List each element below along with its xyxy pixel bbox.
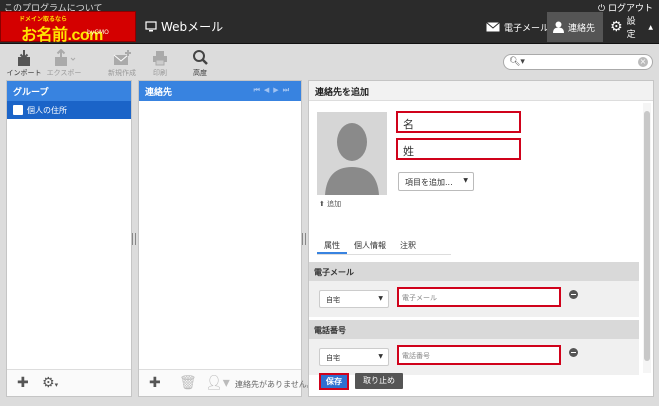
scrollbar-thumb[interactable]: [644, 111, 650, 361]
app-title: Webメール: [145, 18, 223, 35]
email-type-value: 自宅: [326, 296, 340, 304]
printer-icon: [153, 51, 167, 66]
compose-mail-icon: [113, 50, 131, 65]
editor-tabs: 属性 個人情報 注釈: [317, 235, 451, 255]
magnifier-icon: [193, 50, 208, 65]
search-options-icon[interactable]: 🔍︎▾: [509, 57, 525, 67]
empty-message: 連絡先がありません。: [235, 380, 315, 389]
advanced-search-button[interactable]: 高度: [180, 49, 220, 78]
envelope-icon: [486, 22, 500, 32]
phone-input[interactable]: 電話番号: [397, 345, 561, 365]
gear-icon: ⚙: [610, 19, 623, 35]
add-field-label: 項目を追加...: [405, 178, 453, 187]
print-label: 印刷: [153, 69, 167, 77]
group-item-label: 個人の住所: [27, 105, 67, 115]
print-button[interactable]: 印刷: [140, 49, 180, 78]
pager-controls[interactable]: ⏮◀▶⏭: [254, 86, 293, 95]
compose-label: 新規作成: [108, 69, 136, 77]
groups-panel: グループ 個人の住所 ✚ ⚙▾: [6, 80, 132, 397]
save-button[interactable]: 保存: [319, 373, 349, 390]
monitor-icon: [145, 21, 157, 32]
groups-footer: ✚ ⚙▾: [7, 369, 131, 396]
contact-photo: [317, 112, 387, 195]
remove-email-icon[interactable]: [569, 290, 578, 299]
compose-button[interactable]: 新規作成: [102, 49, 142, 78]
export-icon: [55, 49, 76, 66]
address-book-icon: [13, 105, 23, 115]
trash-icon[interactable]: 🗑︎: [179, 375, 197, 391]
groups-title: グループ: [7, 81, 131, 101]
caret-down-icon: ▼: [378, 353, 383, 360]
caret-down-icon: ▼: [378, 295, 383, 302]
phone-section-heading: 電話番号: [309, 320, 639, 339]
email-input[interactable]: 電子メール: [397, 287, 561, 307]
email-section-heading: 電子メール: [309, 262, 639, 281]
nav-mail-label: 電子メール: [504, 23, 550, 34]
caret-down-icon: ▼: [463, 177, 468, 184]
add-photo-link[interactable]: ⬆ 追加: [319, 199, 341, 209]
import-button[interactable]: インポート: [4, 49, 44, 78]
advanced-label: 高度: [193, 69, 207, 77]
group-item-personal[interactable]: 個人の住所: [7, 101, 131, 119]
tab-notes[interactable]: 注釈: [393, 235, 423, 254]
editor-scrollbar[interactable]: [643, 103, 651, 373]
remove-phone-icon[interactable]: [569, 348, 578, 357]
nav-mail[interactable]: 電子メール: [480, 12, 555, 42]
contact-editor-panel: 連絡先を追加 ⬆ 追加 名 姓 項目を追加... ▼ 属性 個人情報 注釈 電子…: [308, 80, 654, 397]
group-options-button[interactable]: ⚙▾: [42, 375, 58, 391]
contacts-title: 連絡先 ⏮◀▶⏭: [139, 81, 301, 101]
logo-sub: byGMO: [87, 29, 109, 36]
caret-down-icon: ▾: [54, 381, 59, 389]
import-label: インポート: [6, 69, 42, 77]
quick-search-input[interactable]: 🔍︎▾ ×: [503, 54, 653, 70]
nav-settings[interactable]: ⚙ 設定 ▲: [604, 12, 659, 42]
nav-settings-label: 設定: [626, 17, 636, 40]
contact-menu-button[interactable]: 👤︎▾: [205, 375, 230, 391]
email-type-select[interactable]: 自宅 ▼: [319, 290, 389, 308]
brand-logo: ドメイン取るなら お名前.com byGMO: [0, 11, 136, 44]
person-icon: [553, 21, 564, 33]
nav-contacts[interactable]: 連絡先: [547, 12, 603, 42]
email-section: 自宅 ▼ 電子メール: [309, 281, 639, 317]
add-field-select[interactable]: 項目を追加... ▼: [398, 172, 474, 191]
last-name-field[interactable]: 姓: [396, 138, 521, 160]
caret-up-icon: ▲: [648, 23, 653, 31]
arrow-up-icon: ⬆: [319, 200, 325, 208]
person-silhouette-icon: [325, 123, 379, 195]
contacts-footer: ✚ 🗑︎ 👤︎▾ 連絡先がありません。: [139, 369, 315, 396]
nav-contacts-label: 連絡先: [568, 23, 596, 34]
contacts-panel: 連絡先 ⏮◀▶⏭ ✚ 🗑︎ 👤︎▾ 連絡先がありません。: [138, 80, 315, 397]
phone-type-value: 自宅: [326, 354, 340, 362]
contacts-title-text: 連絡先: [145, 88, 173, 98]
splitter-handle[interactable]: [302, 233, 306, 245]
cancel-button[interactable]: 取り止め: [355, 373, 403, 389]
add-group-button[interactable]: ✚: [17, 375, 29, 391]
editor-title: 連絡先を追加: [309, 81, 653, 101]
add-contact-button[interactable]: ✚: [149, 375, 161, 391]
tab-personal-info[interactable]: 個人情報: [347, 235, 393, 254]
phone-type-select[interactable]: 自宅 ▼: [319, 348, 389, 366]
app-title-text: Webメール: [161, 20, 224, 34]
clear-search-icon[interactable]: ×: [638, 57, 648, 67]
top-bar: このプログラムについて ⏻ ログアウト ドメイン取るなら お名前.com byG…: [0, 0, 659, 44]
splitter-handle[interactable]: [132, 233, 136, 245]
gear-icon: ⚙: [42, 375, 55, 391]
phone-section: 自宅 ▼ 電話番号: [309, 339, 639, 375]
import-icon: [18, 50, 30, 66]
add-photo-label: 追加: [327, 200, 342, 208]
tab-properties[interactable]: 属性: [317, 235, 347, 254]
first-name-field[interactable]: 名: [396, 111, 521, 133]
